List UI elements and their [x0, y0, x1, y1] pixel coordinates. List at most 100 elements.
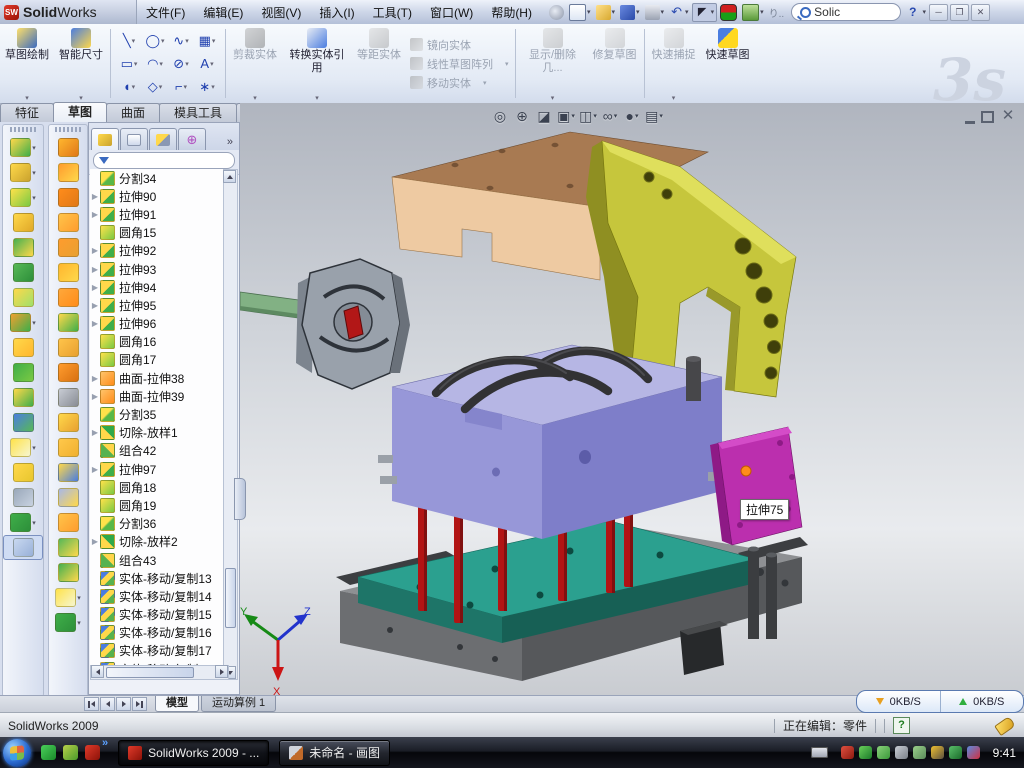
tree-item-24[interactable]: 实体-移动/复制15: [90, 606, 227, 624]
menu-item-5[interactable]: 窗口(W): [421, 1, 482, 24]
tcol2-tool-8[interactable]: [49, 335, 87, 360]
start-button[interactable]: [3, 739, 31, 767]
badge-icon[interactable]: [877, 746, 890, 759]
tree-item-1[interactable]: ▶拉伸90: [90, 187, 227, 205]
pin-button[interactable]: [547, 4, 566, 21]
expand-arrow[interactable]: ▶: [90, 192, 100, 201]
expand-arrow[interactable]: ▶: [90, 374, 100, 383]
tree-item-0[interactable]: 分割34: [90, 169, 227, 187]
tcol2-tool-11[interactable]: [49, 410, 87, 435]
tree-item-8[interactable]: ▶拉伸96: [90, 315, 227, 333]
display-style-icon[interactable]: ▣▾: [556, 106, 576, 126]
trim-entities-button[interactable]: 剪裁实体▾: [228, 24, 282, 103]
dropdown-caret[interactable]: ▾: [760, 8, 764, 16]
h-scroll-thumb[interactable]: [106, 667, 194, 678]
last-tab-button[interactable]: [132, 697, 147, 711]
tcol2-tool-19[interactable]: ▾: [49, 610, 87, 635]
view-orientation-icon[interactable]: ◫▾: [578, 106, 598, 126]
pattern-tool-1[interactable]: 线性草图阵列▾: [410, 56, 509, 72]
sketch-entity-1-3[interactable]: A▾: [194, 52, 220, 75]
tree-item-2[interactable]: ▶拉伸91: [90, 205, 227, 223]
tcol1-tool-15[interactable]: ▾: [4, 510, 42, 535]
open-button[interactable]: ▾: [594, 4, 618, 21]
tcol2-tool-17[interactable]: [49, 560, 87, 585]
expand-arrow[interactable]: ▶: [90, 428, 100, 437]
dropdown-caret[interactable]: ▾: [571, 112, 575, 120]
dropdown-caret[interactable]: ▾: [659, 112, 663, 120]
dropdown-caret[interactable]: ▾: [587, 8, 591, 16]
expand-arrow[interactable]: ▶: [90, 301, 100, 310]
graphics-viewport[interactable]: Y Z X ◎⊕◪▣▾◫▾∞▾●▾▤▾ ✕ 拉伸75: [240, 103, 1024, 695]
tcol2-tool-9[interactable]: [49, 360, 87, 385]
dropdown-caret[interactable]: ▾: [636, 8, 640, 16]
tcol1-tool-7[interactable]: ▾: [4, 310, 42, 335]
help-button[interactable]: ?: [905, 5, 920, 19]
print-button[interactable]: ▾: [643, 4, 667, 21]
expand-arrow[interactable]: ▶: [90, 210, 100, 219]
tcol2-tool-13[interactable]: [49, 460, 87, 485]
restore-button[interactable]: ❐: [950, 4, 969, 21]
tcol1-tool-10[interactable]: [4, 385, 42, 410]
tree-item-12[interactable]: ▶曲面-拉伸39: [90, 387, 227, 405]
help-dropdown[interactable]: ▾: [921, 7, 929, 17]
sketch-entity-1-2[interactable]: ⊘▾: [168, 52, 194, 75]
zoom-area-icon[interactable]: ⊕: [512, 106, 532, 126]
repair-sketch-button[interactable]: 修复草图: [588, 24, 642, 103]
sketch-entity-0-0[interactable]: ╲▾: [116, 29, 142, 52]
expand-arrow[interactable]: ▶: [90, 265, 100, 274]
dimxpert-manager-tab[interactable]: ⊕: [178, 128, 206, 150]
tcol1-tool-4[interactable]: [4, 235, 42, 260]
tcol1-tool-5[interactable]: [4, 260, 42, 285]
keyboard-layout-icon[interactable]: [811, 747, 828, 758]
search-box[interactable]: Solic: [791, 3, 901, 21]
sketch-entity-2-0[interactable]: ◖▾: [116, 75, 142, 98]
shield-plus-icon[interactable]: [949, 746, 962, 759]
tab-草图[interactable]: 草图: [53, 102, 107, 122]
tcol1-tool-2[interactable]: ▾: [4, 185, 42, 210]
doc-minimize-button[interactable]: [965, 111, 975, 124]
exploded-mold-assembly[interactable]: Y Z X: [240, 103, 1024, 695]
convert-entities-button[interactable]: 转换实体引用▾: [282, 24, 352, 103]
tree-item-13[interactable]: 分割35: [90, 405, 227, 423]
smart-dimension-button[interactable]: 智能尺寸▾: [54, 24, 108, 103]
offset-entities-button[interactable]: 等距实体: [352, 24, 406, 103]
tcol2-tool-14[interactable]: [49, 485, 87, 510]
dropdown-caret[interactable]: ▾: [711, 8, 715, 16]
tree-item-3[interactable]: 圆角15: [90, 224, 227, 242]
options-list-button[interactable]: ▾: [740, 3, 766, 22]
save-button[interactable]: ▾: [618, 4, 642, 21]
tcol2-tool-3[interactable]: [49, 210, 87, 235]
tcol2-tool-5[interactable]: [49, 260, 87, 285]
tcol1-tool-12[interactable]: ▾: [4, 435, 42, 460]
tree-item-9[interactable]: 圆角16: [90, 333, 227, 351]
scene-icon[interactable]: ▤▾: [644, 106, 664, 126]
zoom-fit-icon[interactable]: ◎: [490, 106, 510, 126]
tree-item-6[interactable]: ▶拉伸94: [90, 278, 227, 296]
tag-icon[interactable]: [994, 715, 1016, 735]
tcol1-tool-0[interactable]: ▾: [4, 135, 42, 160]
tcol2-tool-7[interactable]: [49, 310, 87, 335]
minimize-button[interactable]: ─: [929, 4, 948, 21]
tree-item-10[interactable]: 圆角17: [90, 351, 227, 369]
sketch-entity-2-3[interactable]: ∗▾: [194, 75, 220, 98]
tree-item-16[interactable]: ▶拉伸97: [90, 460, 227, 478]
doc-restore-button[interactable]: [981, 111, 994, 123]
sketch-entity-0-3[interactable]: ▦▾: [194, 29, 220, 52]
expand-arrow[interactable]: ▶: [90, 392, 100, 401]
sketch-entity-1-0[interactable]: ▭▾: [116, 52, 142, 75]
expand-arrow[interactable]: ▶: [90, 465, 100, 474]
menu-item-6[interactable]: 帮助(H): [482, 1, 541, 24]
tcol2-tool-6[interactable]: [49, 285, 87, 310]
tcol1-tool-13[interactable]: [4, 460, 42, 485]
v-scroll-thumb[interactable]: [225, 568, 236, 628]
tcol2-tool-16[interactable]: [49, 535, 87, 560]
clock[interactable]: 9:41: [993, 746, 1016, 760]
panel-tabs-overflow[interactable]: »: [227, 136, 237, 150]
tcol2-tool-4[interactable]: [49, 235, 87, 260]
tcol2-tool-2[interactable]: [49, 185, 87, 210]
rebuild-traffic-light-button[interactable]: [718, 3, 739, 22]
tcol2-tool-15[interactable]: [49, 510, 87, 535]
menu-item-1[interactable]: 编辑(E): [194, 1, 252, 24]
tcol2-tool-18[interactable]: ▾: [49, 585, 87, 610]
tree-item-26[interactable]: 实体-移动/复制17: [90, 642, 227, 660]
